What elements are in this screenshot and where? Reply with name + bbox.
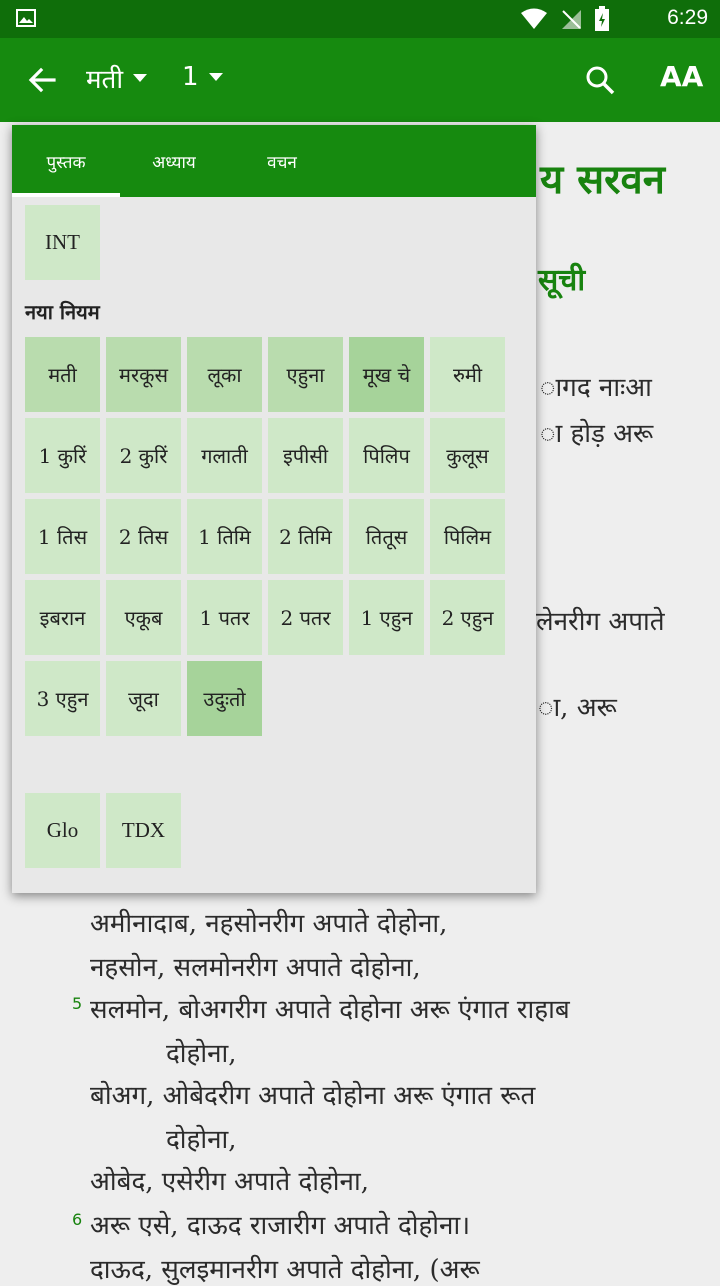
book-button[interactable]: 1 कुरिं xyxy=(25,418,100,493)
book-button[interactable]: लूका xyxy=(187,337,262,412)
book-button[interactable]: 3 एहुन xyxy=(25,661,100,736)
clock: 6:29 xyxy=(667,6,708,29)
book-selector[interactable]: मती xyxy=(86,60,148,96)
book-button[interactable]: इबरान xyxy=(25,580,100,655)
new-testament-label: नया नियम xyxy=(25,300,100,324)
reading-line: दाऊद, सुलइमानरीग अपाते दोहोना, (अरू xyxy=(90,1255,480,1285)
text-size-icon: AA xyxy=(660,60,704,93)
reading-line: बोअग, ओबेदरीग अपाते दोहोना अरू एंगात रूत xyxy=(90,1081,536,1111)
book-button[interactable]: पिलिम xyxy=(430,499,505,574)
book-button[interactable]: 1 तिस xyxy=(25,499,100,574)
signal-off-icon xyxy=(562,10,581,29)
reading-line: ा होड़ अरू xyxy=(540,419,654,449)
book-button[interactable]: 2 तिमि xyxy=(268,499,343,574)
tab-verse[interactable]: वचन xyxy=(228,125,336,197)
book-button-intro[interactable]: INT xyxy=(25,205,100,280)
verse-number: 6 xyxy=(72,1210,83,1229)
book-button[interactable]: 1 तिमि xyxy=(187,499,262,574)
app-toolbar: मती 1 AA xyxy=(0,38,720,122)
book-button[interactable]: रुमी xyxy=(430,337,505,412)
book-button[interactable]: मरकूस xyxy=(106,337,181,412)
image-notification-icon xyxy=(16,9,36,27)
chapter-selector[interactable]: 1 xyxy=(182,62,223,92)
reading-line: लेनरीग अपाते xyxy=(536,607,665,637)
book-button-glossary[interactable]: Glo xyxy=(25,793,100,868)
book-button[interactable]: कुलूस xyxy=(430,418,505,493)
book-button-tdx[interactable]: TDX xyxy=(106,793,181,868)
reading-line: अमीनादाब, नहसोनरीग अपाते दोहोना, xyxy=(90,909,448,939)
picker-tabs: पुस्तक अध्याय वचन xyxy=(12,125,536,197)
battery-icon xyxy=(595,6,609,31)
search-icon[interactable] xyxy=(584,64,616,96)
book-button[interactable]: 2 तिस xyxy=(106,499,181,574)
book-button[interactable]: मूख चे xyxy=(349,337,424,412)
reading-line: सलमोन, बोअगरीग अपाते दोहोना अरू एंगात रा… xyxy=(90,995,570,1025)
text-size-button[interactable]: AA xyxy=(660,60,703,93)
book-button[interactable]: पिलिप xyxy=(349,418,424,493)
reading-line: ओबेद, एसेरीग अपाते दोहोना, xyxy=(90,1167,369,1197)
book-button[interactable]: 2 पतर xyxy=(268,580,343,655)
book-button[interactable]: 1 पतर xyxy=(187,580,262,655)
section-heading: सूची xyxy=(538,263,586,298)
book-button[interactable]: जूदा xyxy=(106,661,181,736)
chevron-down-icon xyxy=(208,73,223,81)
book-selector-label: मती xyxy=(86,65,124,95)
book-button[interactable]: 1 एहुन xyxy=(349,580,424,655)
book-button[interactable]: तितूस xyxy=(349,499,424,574)
book-button[interactable]: मती xyxy=(25,337,100,412)
book-button[interactable]: इपीसी xyxy=(268,418,343,493)
book-button[interactable]: उदुःतो xyxy=(187,661,262,736)
chapter-heading: य सरवन xyxy=(540,156,665,203)
reading-line: दोहोना, xyxy=(166,1039,237,1069)
book-button[interactable]: गलाती xyxy=(187,418,262,493)
system-icons xyxy=(520,6,610,31)
book-button[interactable]: 2 एहुन xyxy=(430,580,505,655)
book-picker-popup: पुस्तक अध्याय वचन INT नया नियम मती मरकूस… xyxy=(12,125,536,893)
chapter-selector-label: 1 xyxy=(182,62,199,92)
reading-line: ा, अरू xyxy=(538,693,617,723)
tab-book[interactable]: पुस्तक xyxy=(12,125,120,197)
reading-line: नहसोन, सलमोनरीग अपाते दोहोना, xyxy=(90,953,421,983)
back-arrow-icon[interactable] xyxy=(26,64,58,96)
book-button[interactable]: 2 कुरिं xyxy=(106,418,181,493)
reading-line: अरू एसे, दाऊद राजारीग अपाते दोहोना। xyxy=(90,1211,471,1241)
chevron-down-icon xyxy=(133,74,148,82)
status-bar: 6:29 xyxy=(0,0,720,38)
tab-chapter[interactable]: अध्याय xyxy=(120,125,228,197)
wifi-icon xyxy=(521,8,547,29)
reading-line: ागद नाःआ xyxy=(540,373,652,403)
verse-number: 5 xyxy=(72,994,83,1013)
book-button[interactable]: एकूब xyxy=(106,580,181,655)
reading-line: दोहोना, xyxy=(166,1125,237,1155)
book-button[interactable]: एहुना xyxy=(268,337,343,412)
